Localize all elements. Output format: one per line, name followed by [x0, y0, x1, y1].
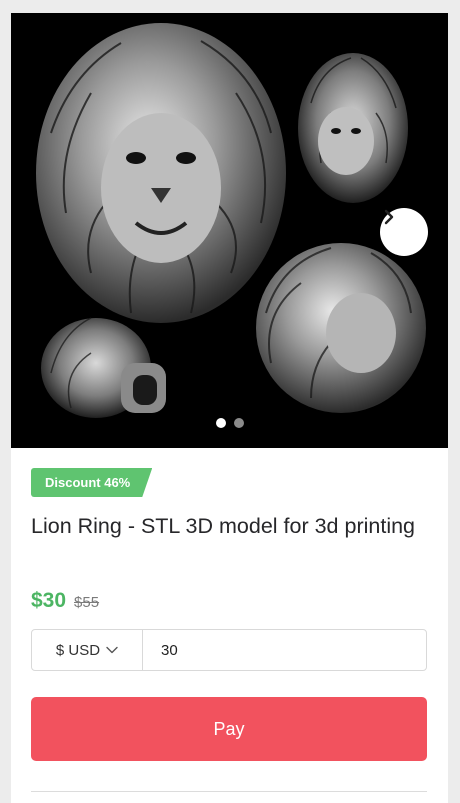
ring-side-view: [256, 243, 426, 413]
carousel-next-button[interactable]: [380, 208, 428, 256]
pay-button[interactable]: Pay: [31, 697, 427, 761]
carousel-dot-1[interactable]: [215, 418, 226, 428]
product-card: Discount 46% Lion Ring - STL 3D model fo…: [11, 13, 448, 803]
small-lion-head: [298, 53, 408, 203]
chevron-down-icon: [106, 646, 118, 654]
old-price: $55: [74, 594, 100, 611]
price-block: $30 $55: [31, 589, 99, 613]
carousel-dots: [11, 418, 448, 428]
chevron-right-icon: [384, 209, 394, 225]
divider: [31, 791, 427, 792]
currency-label: $ USD: [55, 641, 101, 659]
large-lion-head: [36, 23, 286, 323]
discount-badge: Discount 46%: [31, 468, 152, 497]
amount-selector: $ USD: [31, 629, 427, 671]
carousel-dot-2[interactable]: [233, 418, 244, 428]
product-image-carousel[interactable]: [11, 13, 448, 448]
current-price: $30: [31, 589, 67, 612]
currency-dropdown[interactable]: $ USD: [32, 630, 143, 670]
amount-input[interactable]: [143, 630, 426, 670]
product-title: Lion Ring - STL 3D model for 3d printing: [31, 514, 416, 538]
